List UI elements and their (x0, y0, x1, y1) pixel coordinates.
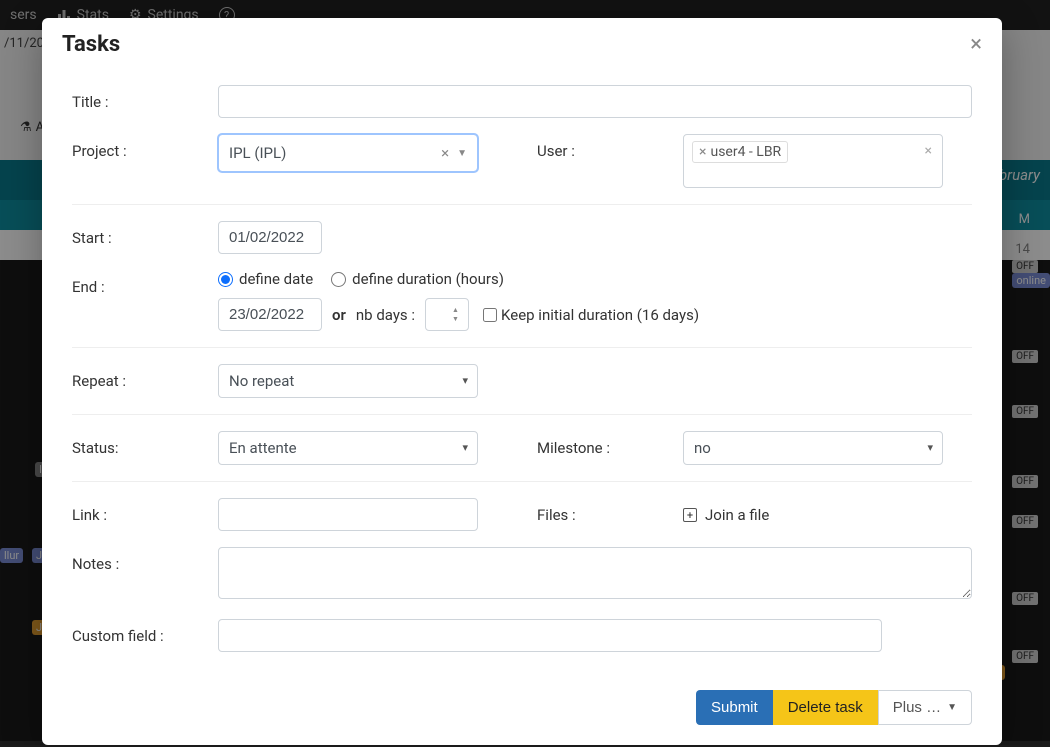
label-custom: Custom field : (72, 619, 218, 645)
link-input[interactable] (218, 498, 478, 531)
plus-menu-button[interactable]: Plus … ▼ (878, 690, 972, 725)
chevron-down-icon[interactable]: ▼ (457, 148, 467, 159)
label-notes: Notes : (72, 547, 218, 573)
status-select[interactable]: En attente (218, 431, 478, 465)
row-custom-field: Custom field : (72, 611, 972, 660)
project-clear-icon[interactable]: × (441, 144, 449, 162)
milestone-select[interactable]: no (683, 431, 943, 465)
radio-define-date[interactable]: define date (218, 270, 313, 288)
label-title: Title : (72, 85, 218, 111)
label-files: Files : (537, 498, 683, 524)
label-milestone: Milestone : (537, 431, 683, 465)
modal-title: Tasks (62, 32, 120, 57)
user-tag: × user4 - LBR (692, 141, 788, 163)
submit-button[interactable]: Submit (696, 690, 773, 725)
close-icon[interactable]: × (970, 34, 982, 56)
project-select[interactable]: IPL (IPL) × ▼ (218, 134, 478, 172)
row-end: End : define date define duration (hours… (72, 262, 972, 339)
join-file-button[interactable]: + Join a file (683, 498, 769, 524)
keep-duration-checkbox[interactable] (483, 308, 497, 322)
notes-textarea[interactable] (218, 547, 972, 599)
separator (72, 347, 972, 348)
nb-days-label: nb days : (356, 306, 415, 324)
label-start: Start : (72, 221, 218, 247)
separator (72, 481, 972, 482)
end-date-input[interactable] (218, 298, 322, 331)
row-notes: Notes : (72, 539, 972, 611)
separator (72, 204, 972, 205)
start-date-input[interactable] (218, 221, 322, 254)
radio-define-duration[interactable]: define duration (hours) (331, 270, 504, 288)
delete-task-button[interactable]: Delete task (773, 690, 878, 725)
label-status: Status: (72, 431, 218, 465)
row-repeat: Repeat : No repeat (72, 356, 972, 406)
end-or-text: or (332, 306, 346, 324)
row-status-milestone: Status: En attente Milestone : no (72, 423, 972, 473)
modal-header: Tasks × (42, 18, 1002, 67)
user-tag-label: user4 - LBR (710, 144, 781, 160)
join-file-label: Join a file (705, 506, 769, 524)
repeat-select[interactable]: No repeat (218, 364, 478, 398)
plus-label: Plus … (893, 699, 941, 716)
user-tag-remove-icon[interactable]: × (699, 144, 706, 160)
chevron-down-icon: ▼ (947, 702, 957, 713)
row-link-files: Link : Files : + Join a file (72, 490, 972, 539)
separator (72, 414, 972, 415)
label-user: User : (537, 134, 683, 188)
user-select[interactable]: × user4 - LBR × (683, 134, 943, 188)
custom-field-input[interactable] (218, 619, 882, 652)
label-link: Link : (72, 498, 218, 531)
row-project-user: Project : IPL (IPL) × ▼ User : (72, 126, 972, 196)
user-clear-icon[interactable]: × (925, 143, 932, 159)
label-repeat: Repeat : (72, 364, 218, 390)
modal-footer: Submit Delete task Plus … ▼ (42, 680, 1002, 745)
row-title: Title : (72, 77, 972, 126)
keep-duration-label: Keep initial duration (16 days) (501, 306, 699, 324)
nb-days-spinner[interactable]: ▲▼ (452, 301, 466, 328)
plus-box-icon: + (683, 508, 697, 522)
label-end: End : (72, 270, 218, 296)
tasks-modal: Tasks × Title : Project : IPL (IPL) × ▼ (42, 18, 1002, 745)
project-value: IPL (IPL) (229, 144, 286, 162)
title-input[interactable] (218, 85, 972, 118)
row-start: Start : (72, 213, 972, 262)
label-project: Project : (72, 134, 218, 172)
